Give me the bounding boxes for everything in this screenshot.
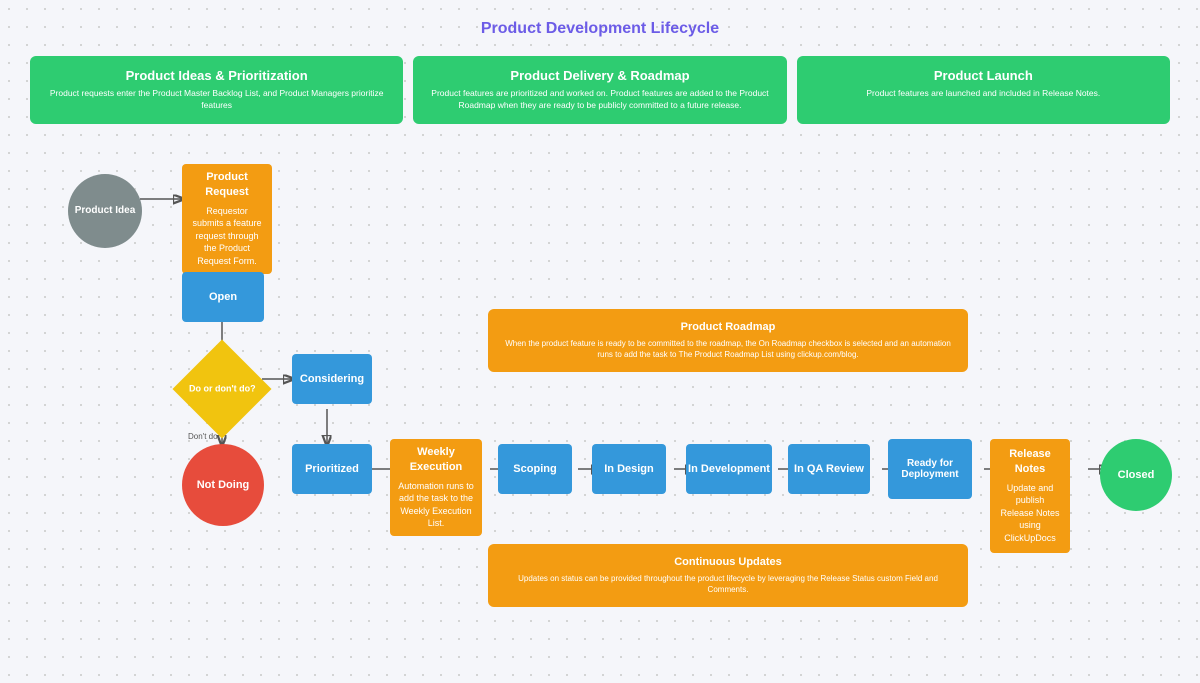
release-notes-box: Release Notes Update and publish Release… [990, 439, 1070, 553]
banner-ideas-desc: Product requests enter the Product Maste… [44, 88, 389, 112]
flowchart: Product Idea Product Request Requestor s… [30, 144, 1170, 644]
in-qa-review-node: In QA Review [788, 444, 870, 494]
dont-do-label: Don't do [188, 432, 218, 441]
banner-launch-title: Product Launch [811, 68, 1156, 83]
page-title: Product Development Lifecycle [30, 20, 1170, 38]
product-roadmap-box: Product Roadmap When the product feature… [488, 309, 968, 372]
closed-node: Closed [1100, 439, 1172, 511]
scoping-node: Scoping [498, 444, 572, 494]
diamond-node: Do or don't do? [173, 339, 272, 438]
page: Product Development Lifecycle Product Id… [0, 0, 1200, 664]
banner-launch-desc: Product features are launched and includ… [811, 88, 1156, 100]
product-request-box: Product Request Requestor submits a feat… [182, 164, 272, 274]
banners: Product Ideas & Prioritization Product r… [30, 56, 1170, 124]
weekly-execution-box: Weekly Execution Automation runs to add … [390, 439, 482, 536]
banner-ideas: Product Ideas & Prioritization Product r… [30, 56, 403, 124]
banner-delivery-title: Product Delivery & Roadmap [427, 68, 772, 83]
banner-delivery: Product Delivery & Roadmap Product featu… [413, 56, 786, 124]
banner-ideas-title: Product Ideas & Prioritization [44, 68, 389, 83]
product-idea-node: Product Idea [68, 174, 142, 248]
banner-delivery-desc: Product features are prioritized and wor… [427, 88, 772, 112]
banner-launch: Product Launch Product features are laun… [797, 56, 1170, 124]
open-node: Open [182, 272, 264, 322]
not-doing-node: Not Doing [182, 444, 264, 526]
prioritized-node: Prioritized [292, 444, 372, 494]
continuous-updates-box: Continuous Updates Updates on status can… [488, 544, 968, 607]
considering-node: Considering [292, 354, 372, 404]
in-development-node: In Development [686, 444, 772, 494]
in-design-node: In Design [592, 444, 666, 494]
ready-for-deployment-node: Ready for Deployment [888, 439, 972, 499]
